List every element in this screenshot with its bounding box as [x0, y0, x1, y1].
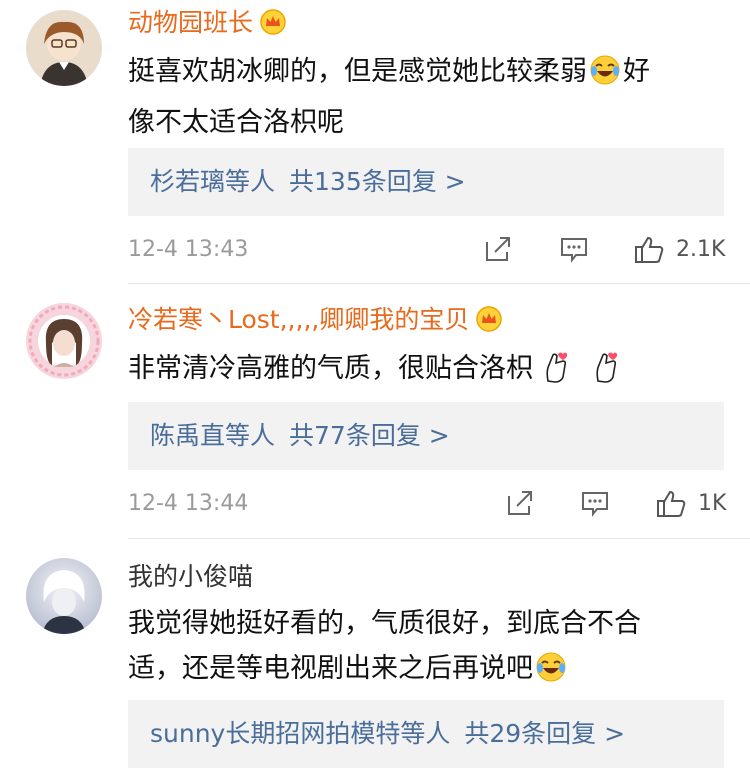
- reply-authors[interactable]: sunny长期招网拍模特等人: [150, 719, 450, 748]
- timestamp: 12-4 13:43: [128, 237, 249, 262]
- username[interactable]: 我的小俊喵: [128, 560, 253, 594]
- reply-count-link[interactable]: 共135条回复 >: [289, 167, 466, 196]
- finger-heart-emoji-icon: [541, 351, 571, 397]
- share-icon[interactable]: [483, 234, 513, 268]
- thumbs-up-icon[interactable]: [655, 488, 687, 524]
- reply-summary[interactable]: sunny长期招网拍模特等人 共29条回复 >: [128, 700, 724, 768]
- timestamp: 12-4 13:44: [128, 491, 249, 516]
- share-icon[interactable]: [505, 488, 535, 522]
- comment-text-line: 像不太适合洛枳呢: [128, 107, 344, 138]
- reply-authors[interactable]: 陈禹直等人: [150, 421, 275, 450]
- reply-summary[interactable]: 杉若璃等人 共135条回复 >: [128, 148, 724, 216]
- comment-text-line: 挺喜欢胡冰卿的，但是感觉她比较柔弱: [128, 56, 587, 87]
- laughing-crying-emoji-icon: [535, 651, 567, 697]
- comment-meta: 12-4 13:43 2.1K: [128, 230, 726, 270]
- username[interactable]: 动物园班长: [128, 6, 287, 44]
- comment-text-line: 我觉得她挺好看的，气质很好，到底合不合: [128, 608, 641, 639]
- crown-icon: [259, 9, 287, 44]
- crown-icon: [475, 306, 503, 341]
- comment-text-tail: 好: [623, 56, 650, 87]
- comment-text: 非常清冷高雅的气质，很贴合洛枳: [128, 346, 728, 397]
- comment-meta: 12-4 13:44 1K: [128, 484, 727, 524]
- comment-text: 挺喜欢胡冰卿的，但是感觉她比较柔弱 好 像不太适合洛枳呢: [128, 49, 728, 145]
- comment-icon[interactable]: [559, 234, 589, 268]
- divider: [128, 538, 750, 539]
- avatar[interactable]: [26, 10, 102, 86]
- finger-heart-emoji-icon: [591, 351, 621, 397]
- username-text[interactable]: 冷若寒丶Lost,,,,,卿卿我的宝贝: [128, 305, 469, 334]
- like-count: 1K: [698, 491, 727, 516]
- avatar[interactable]: [26, 303, 102, 379]
- reply-count-link[interactable]: 共29条回复 >: [464, 719, 625, 748]
- avatar[interactable]: [26, 558, 102, 634]
- divider: [128, 283, 750, 284]
- comment-text-line: 非常清冷高雅的气质，很贴合洛枳: [128, 353, 533, 384]
- comment-text: 我觉得她挺好看的，气质很好，到底合不合 适，还是等电视剧出来之后再说吧: [128, 601, 728, 697]
- username-text[interactable]: 我的小俊喵: [128, 562, 253, 591]
- laughing-crying-emoji-icon: [589, 54, 621, 100]
- like-count: 2.1K: [676, 237, 726, 262]
- comment-icon[interactable]: [580, 488, 610, 522]
- reply-count-link[interactable]: 共77条回复 >: [289, 421, 450, 450]
- reply-summary[interactable]: 陈禹直等人 共77条回复 >: [128, 402, 724, 470]
- comment-text-line: 适，还是等电视剧出来之后再说吧: [128, 653, 533, 684]
- reply-authors[interactable]: 杉若璃等人: [150, 167, 275, 196]
- thumbs-up-icon[interactable]: [633, 234, 665, 270]
- username-text[interactable]: 动物园班长: [128, 8, 253, 37]
- username[interactable]: 冷若寒丶Lost,,,,,卿卿我的宝贝: [128, 303, 503, 341]
